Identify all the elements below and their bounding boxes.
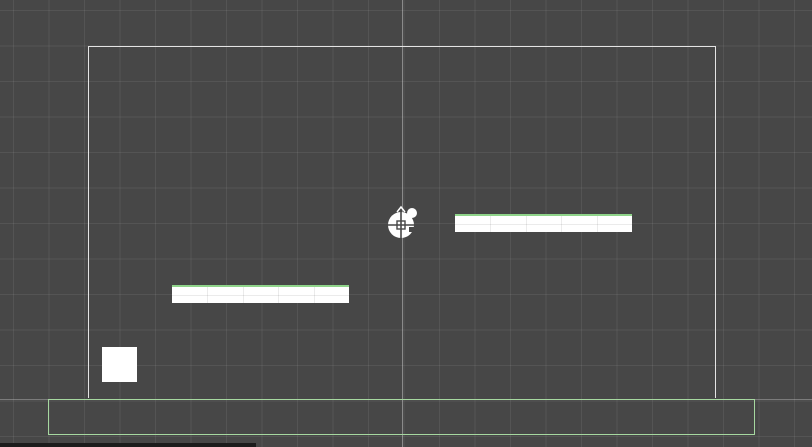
tile-seam	[526, 216, 527, 232]
tile-seam	[278, 287, 279, 303]
platform-right[interactable]	[455, 214, 632, 232]
bottom-strip	[0, 443, 256, 447]
scene-view[interactable]	[0, 0, 812, 447]
tile-seam	[561, 216, 562, 232]
square-block-icon[interactable]	[102, 347, 137, 382]
platform-left[interactable]	[172, 285, 349, 303]
tile-seam	[490, 216, 491, 232]
tile-seam	[243, 287, 244, 303]
tile-seam	[314, 287, 315, 303]
tile-seam	[597, 216, 598, 232]
player-character-icon[interactable]	[385, 205, 419, 241]
tile-seam	[455, 224, 632, 225]
floor-collider[interactable]	[48, 399, 755, 435]
tile-seam	[172, 295, 349, 296]
tile-seam	[207, 287, 208, 303]
